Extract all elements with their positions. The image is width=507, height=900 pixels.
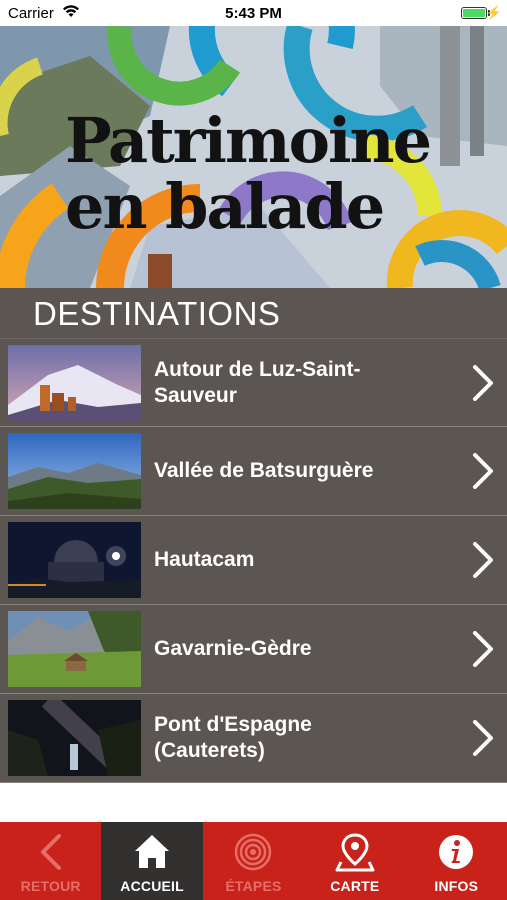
destination-thumbnail [8,345,141,421]
battery-fill [463,9,485,17]
hero-title: Patrimoine en balade [65,104,432,243]
destination-item-luz-saint-sauveur[interactable]: Autour de Luz-Saint- Sauveur [0,338,507,427]
tab-label: ACCUEIL [120,878,184,894]
destination-label-line1: Pont d'Espagne [154,713,312,736]
destination-item-gavarnie-gedre[interactable]: Gavarnie-Gèdre [0,605,507,694]
tab-retour[interactable]: RETOUR [0,822,101,900]
tab-bar: RETOUR ACCUEIL ÉTAPES CARTE INFOS [0,822,507,900]
destination-item-pont-d-espagne[interactable]: Pont d'Espagne (Cauterets) [0,694,507,783]
info-icon [406,832,507,872]
destination-label-line2: (Cauterets) [154,739,265,762]
tab-accueil[interactable]: ACCUEIL [101,822,203,900]
destination-label-line1: Vallée de Batsurguère [154,459,374,482]
hero-title-line2: en balade [65,170,385,243]
destination-item-hautacam[interactable]: Hautacam [0,516,507,605]
tab-carte[interactable]: CARTE [304,822,405,900]
hero-title-line1: Patrimoine [65,104,432,177]
destinations-list: Autour de Luz-Saint- Sauveur Vallée de Ba… [0,338,507,783]
chevron-right-icon [473,631,493,667]
hero-banner: Patrimoine en balade [0,26,507,288]
destination-label: Hautacam [154,516,444,604]
destination-label-line1: Autour de Luz-Saint- [154,358,361,381]
map-pin-icon [304,832,405,872]
destination-label-line2: Sauveur [154,384,237,407]
destination-thumbnail [8,700,141,776]
destination-thumbnail [8,433,141,509]
destinations-panel: DESTINATIONS Autour de Luz-Saint- Sauveur [0,288,507,783]
destination-label-line1: Hautacam [154,548,255,571]
chevron-right-icon [473,453,493,489]
section-heading: DESTINATIONS [33,295,281,332]
destination-thumbnail [8,611,141,687]
destination-label: Autour de Luz-Saint- Sauveur [154,339,444,427]
chevron-right-icon [473,365,493,401]
chevron-right-icon [473,542,493,578]
tab-etapes[interactable]: ÉTAPES [203,822,304,900]
charging-bolt-icon: ⚡ [485,5,502,20]
destination-thumbnail [8,522,141,598]
home-icon [101,832,202,872]
destination-label: Pont d'Espagne (Cauterets) [154,694,444,782]
target-icon [203,832,304,872]
tab-label: ÉTAPES [225,878,282,894]
tab-label: CARTE [330,878,380,894]
destination-item-vallee-de-batsurguere[interactable]: Vallée de Batsurguère [0,427,507,516]
destination-label: Gavarnie-Gèdre [154,605,444,693]
tab-label: INFOS [434,878,479,894]
destination-label-line1: Gavarnie-Gèdre [154,637,312,660]
tab-label: RETOUR [20,878,81,894]
destination-label: Vallée de Batsurguère [154,427,444,515]
tab-infos[interactable]: INFOS [406,822,507,900]
battery-icon [461,7,487,19]
status-bar: Carrier 5:43 PM ⚡ [0,0,507,26]
chevron-right-icon [473,720,493,756]
clock: 5:43 PM [225,5,282,22]
back-chevron-icon [0,832,101,872]
